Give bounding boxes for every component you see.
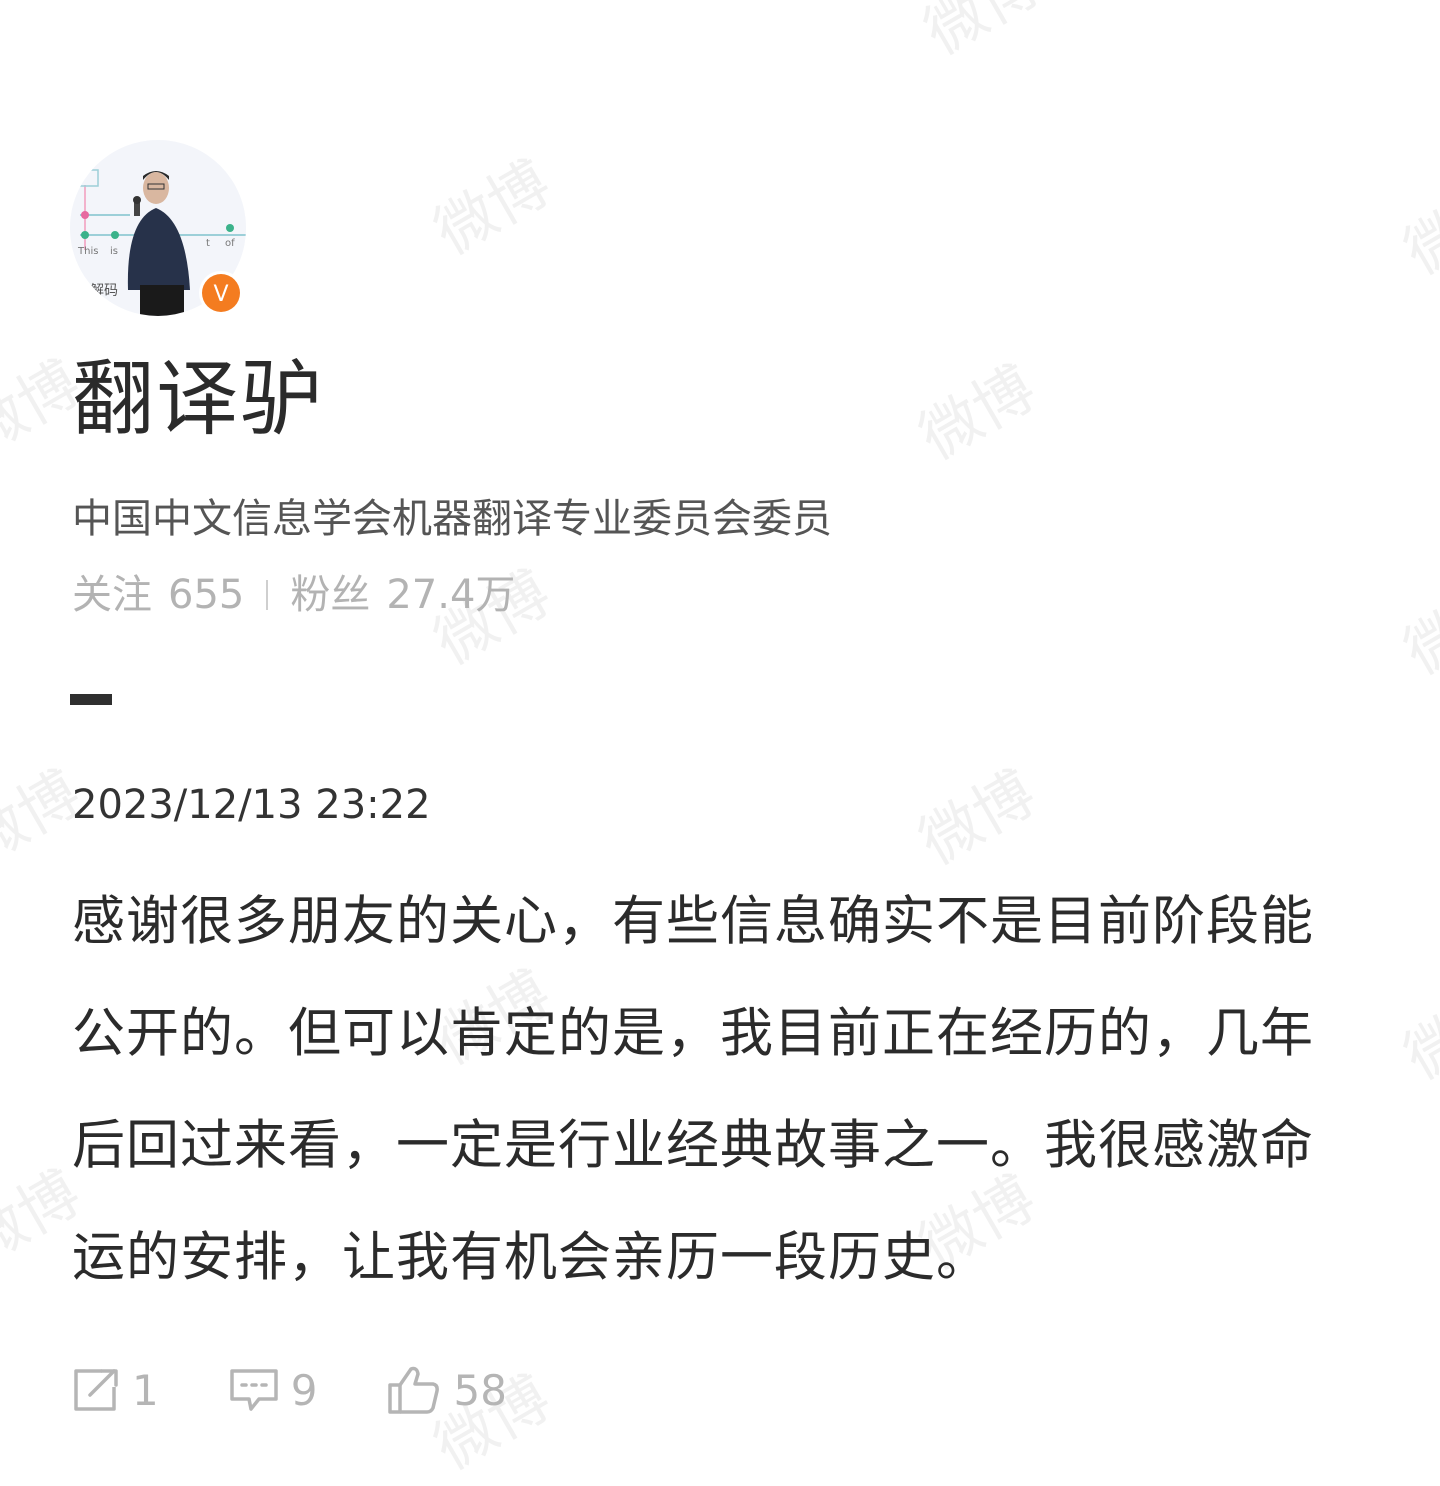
profile-name[interactable]: 翻译驴	[72, 352, 324, 448]
section-divider	[70, 694, 112, 705]
svg-text:is: is	[110, 246, 118, 257]
svg-text:t: t	[206, 238, 210, 249]
profile-stats: 关注 655 粉丝 27.4万	[72, 570, 515, 620]
repost-icon	[74, 1369, 118, 1411]
watermark: 微博	[1393, 567, 1440, 689]
watermark: 微博	[908, 352, 1048, 474]
svg-text:of: of	[225, 238, 235, 249]
repost-count: 1	[132, 1365, 159, 1415]
followers-label: 粉丝	[290, 572, 371, 618]
like-button[interactable]: 58	[387, 1365, 507, 1415]
watermark: 微博	[423, 147, 563, 269]
profile-bio: 中国中文信息学会机器翻译专业委员会委员	[72, 496, 832, 542]
followers-stat[interactable]: 粉丝 27.4万	[290, 570, 515, 620]
svg-text:This: This	[77, 246, 98, 257]
svg-text:解码: 解码	[90, 283, 118, 299]
comment-button[interactable]: 9	[229, 1365, 318, 1415]
watermark: 微博	[913, 0, 1053, 69]
followers-count: 27.4万	[386, 572, 516, 618]
avatar[interactable]: This is t of 解码 V	[70, 140, 246, 316]
post-body: 感谢很多朋友的关心，有些信息确实不是目前阶段能公开的。但可以肯定的是，我目前正在…	[72, 891, 1314, 1288]
watermark: 微博	[1393, 972, 1440, 1094]
repost-button[interactable]: 1	[72, 1366, 159, 1415]
stats-separator	[266, 580, 269, 610]
following-label: 关注	[72, 572, 152, 618]
svg-text:V: V	[213, 282, 228, 307]
post-actions: 1 9 58	[72, 1362, 577, 1418]
verified-icon: V	[199, 271, 243, 315]
following-stat[interactable]: 关注 655	[72, 570, 244, 620]
weibo-post-card: 微博 微博 微博 微博 微博 微博 微博 微博 微博 微博 微博 微博 微博 微…	[0, 0, 1440, 1484]
comment-count: 9	[290, 1365, 318, 1415]
post-timestamp: 2023/12/13 23:22	[72, 782, 431, 828]
following-count: 655	[168, 572, 245, 618]
comment-icon	[229, 1369, 278, 1411]
like-count: 58	[453, 1365, 507, 1415]
watermark: 微博	[1393, 167, 1440, 289]
watermark: 微博	[908, 757, 1048, 879]
like-icon	[388, 1366, 440, 1414]
